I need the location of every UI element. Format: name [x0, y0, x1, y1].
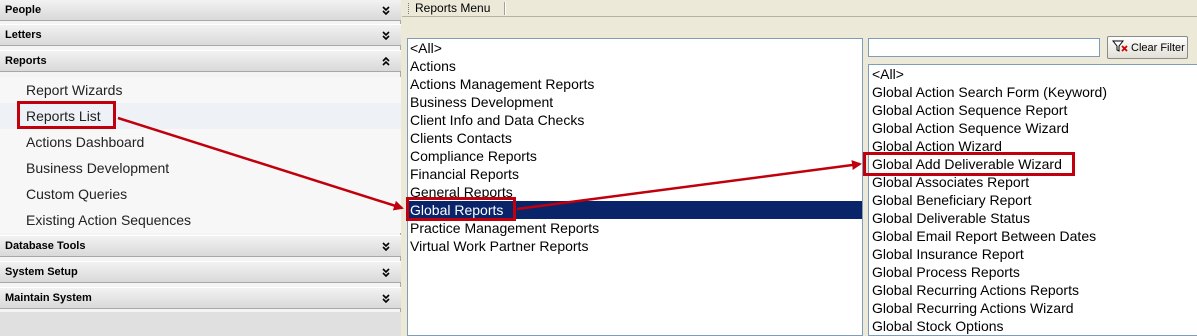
nav-section-maintain-system[interactable]: Maintain System [0, 287, 401, 309]
report-list-item[interactable]: Global Deliverable Status [869, 209, 1197, 227]
report-list-item[interactable]: Global Add Deliverable Wizard [869, 155, 1197, 173]
report-list-item[interactable]: Global Action Sequence Report [869, 101, 1197, 119]
nav-item-actions-dashboard[interactable]: Actions Dashboard [0, 129, 401, 155]
tab-strip: Reports Menu [402, 0, 1197, 17]
clear-filter-button[interactable]: Clear Filter [1107, 36, 1188, 59]
nav-section-label: Reports [5, 55, 47, 67]
filter-input[interactable] [868, 38, 1100, 57]
category-list-item[interactable]: Actions [408, 57, 862, 75]
nav-section-letters[interactable]: Letters [0, 24, 401, 46]
report-list[interactable]: <All> Global Action Search Form (Keyword)… [868, 64, 1197, 336]
chevron-double-down-icon [382, 25, 390, 40]
report-list-item[interactable]: Global Beneficiary Report [869, 191, 1197, 209]
nav-item-custom-queries[interactable]: Custom Queries [0, 181, 401, 207]
chevron-double-down-icon [382, 288, 390, 303]
category-list-item[interactable]: General Reports [408, 183, 862, 201]
report-list-item[interactable]: Global Process Reports [869, 263, 1197, 281]
nav-section-database-tools[interactable]: Database Tools [0, 235, 401, 257]
report-list-item[interactable]: Global Insurance Report [869, 245, 1197, 263]
nav-section-label: Maintain System [5, 292, 92, 304]
funnel-clear-icon [1111, 40, 1128, 55]
nav-empty-area [0, 312, 401, 336]
chevron-double-down-icon [382, 236, 390, 251]
nav-section-people[interactable]: People [0, 0, 401, 21]
nav-item-existing-action-sequences[interactable]: Existing Action Sequences [0, 207, 401, 233]
nav-section-reports[interactable]: Reports [0, 50, 401, 72]
chevron-double-up-icon [382, 51, 390, 66]
report-list-item[interactable]: <All> [869, 65, 1197, 83]
report-list-item[interactable]: Global Action Sequence Wizard [869, 119, 1197, 137]
chevron-double-down-icon [382, 262, 390, 277]
category-list-item[interactable]: Compliance Reports [408, 147, 862, 165]
report-list-item[interactable]: Global Email Report Between Dates [869, 227, 1197, 245]
category-list-item[interactable]: Business Development [408, 93, 862, 111]
navigation-panel: People Letters Reports Report Wizards Re… [0, 0, 401, 336]
nav-section-label: Letters [5, 29, 42, 41]
report-list-item[interactable]: Global Action Search Form (Keyword) [869, 83, 1197, 101]
category-list-item[interactable]: Financial Reports [408, 165, 862, 183]
nav-section-label: System Setup [5, 266, 78, 278]
report-list-item[interactable]: Global Stock Options [869, 317, 1197, 335]
category-list-item[interactable]: <All> [408, 39, 862, 57]
nav-item-reports-list[interactable]: Reports List [0, 103, 401, 129]
nav-item-business-development[interactable]: Business Development [0, 155, 401, 181]
clear-filter-label: Clear Filter [1131, 41, 1185, 54]
grip-handle-icon [408, 3, 410, 14]
tab-separator [504, 2, 506, 15]
report-category-list[interactable]: <All> Actions Actions Management Reports Bu… [407, 38, 863, 336]
category-list-item[interactable]: Virtual Work Partner Reports [408, 237, 862, 255]
nav-section-label: Database Tools [5, 240, 86, 252]
report-list-item[interactable]: Global Recurring Actions Wizard [869, 299, 1197, 317]
report-list-item[interactable]: Global Associates Report [869, 173, 1197, 191]
tab-reports-menu[interactable]: Reports Menu [415, 1, 490, 15]
category-list-item[interactable]: Client Info and Data Checks [408, 111, 862, 129]
category-list-item[interactable]: Practice Management Reports [408, 219, 862, 237]
category-list-item[interactable]: Clients Contacts [408, 129, 862, 147]
nav-item-report-wizards[interactable]: Report Wizards [0, 77, 401, 103]
report-list-item[interactable]: Global Action Wizard [869, 137, 1197, 155]
category-list-item[interactable]: Actions Management Reports [408, 75, 862, 93]
category-list-item[interactable]: Global Reports [408, 201, 862, 219]
nav-section-label: People [5, 4, 42, 16]
report-list-item[interactable]: Global Recurring Actions Reports [869, 281, 1197, 299]
chevron-double-down-icon [382, 0, 390, 15]
nav-section-system-setup[interactable]: System Setup [0, 261, 401, 283]
